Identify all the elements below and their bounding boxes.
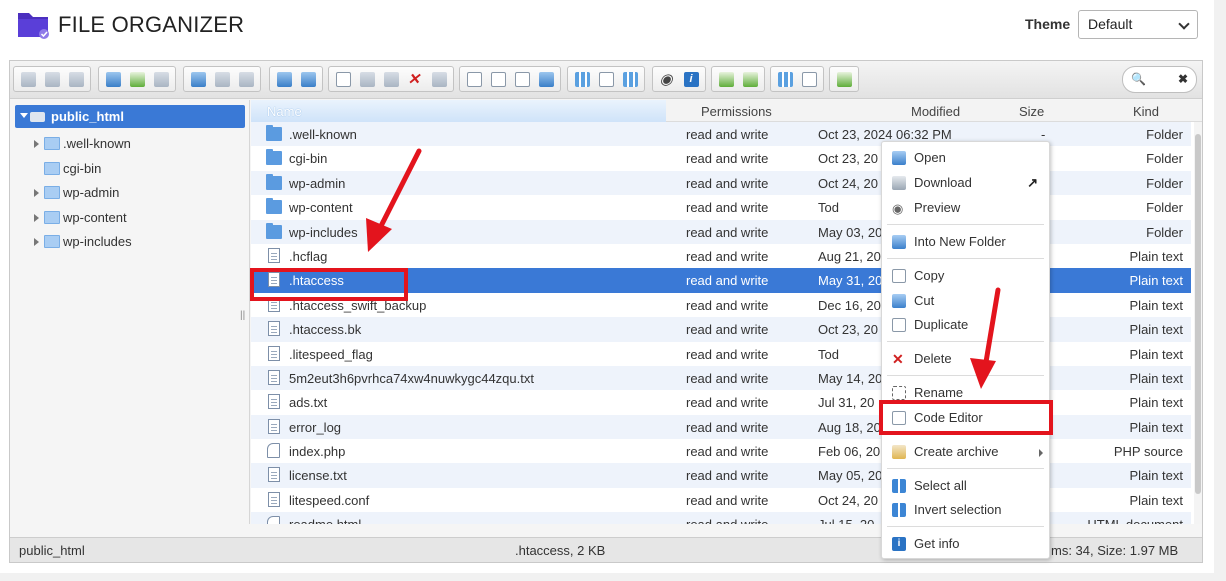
red-arrow-icon <box>970 287 1001 389</box>
page: FILE ORGANIZER Theme Default ✕ ◉ i 🔍 ✖ p… <box>0 0 1226 581</box>
annotation-arrows <box>366 148 1001 389</box>
red-arrow-icon <box>366 148 422 252</box>
